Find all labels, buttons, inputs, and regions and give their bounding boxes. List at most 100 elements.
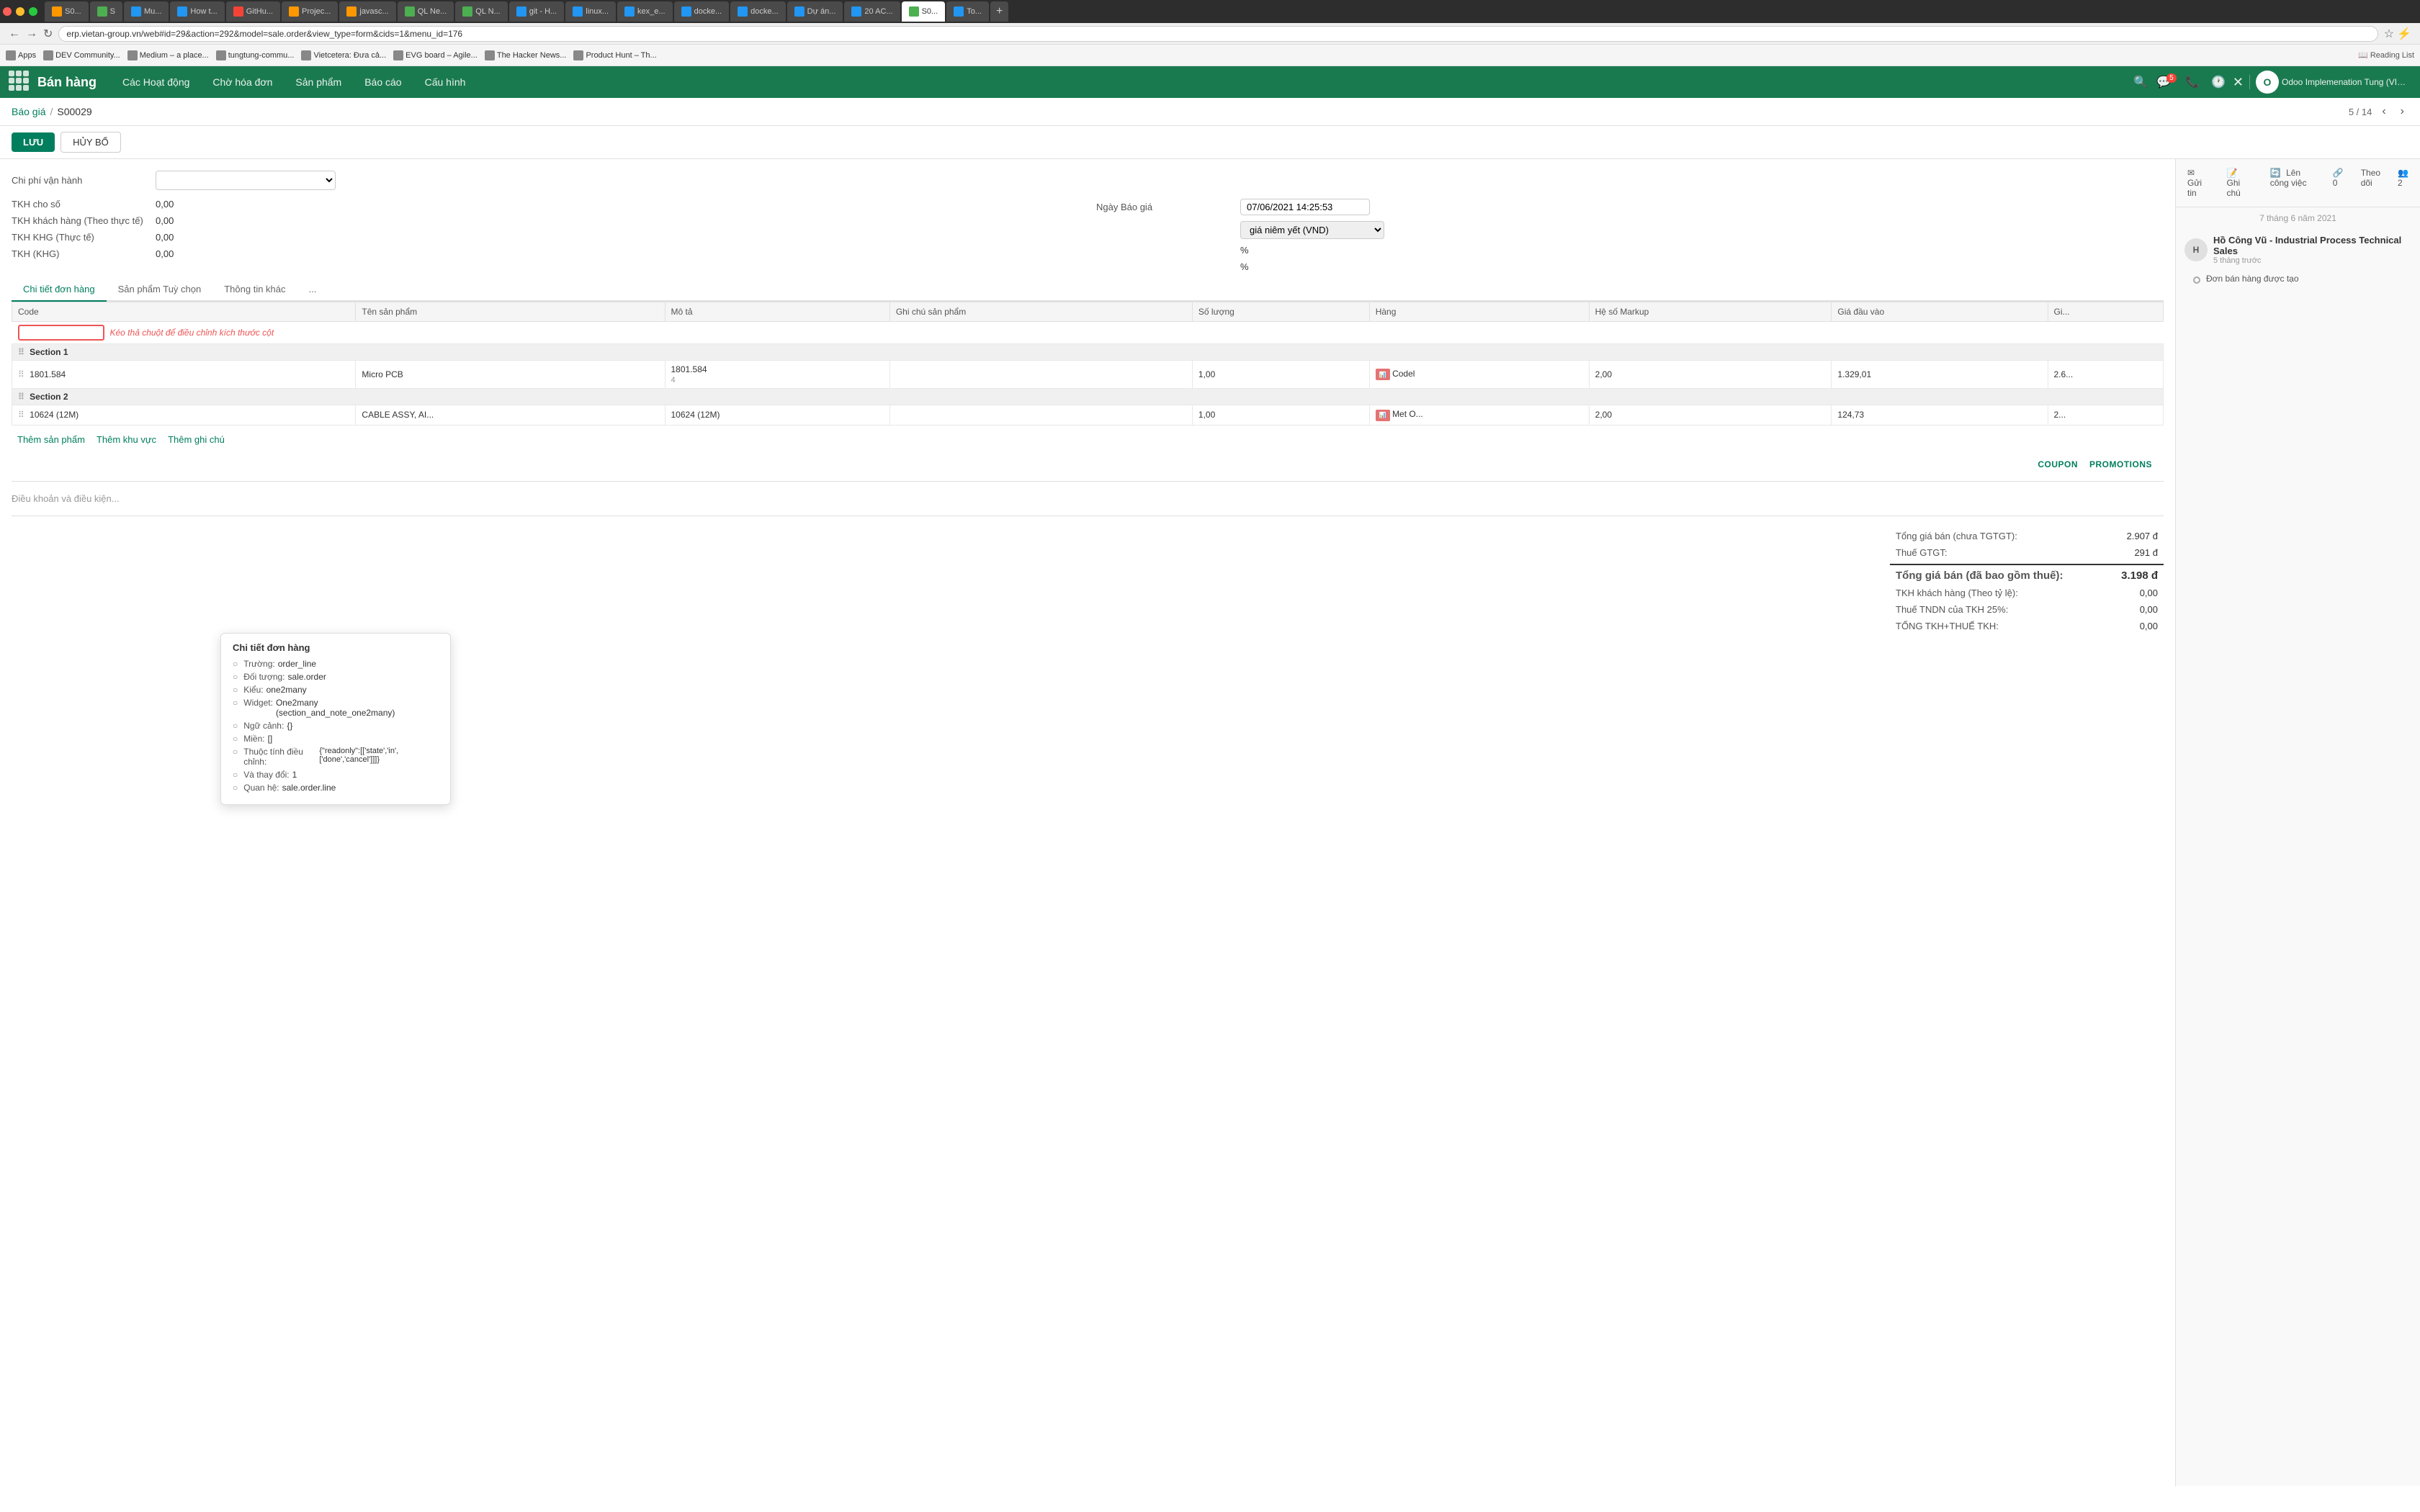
col-gia-cuoi[interactable]: Gi... (2048, 302, 2164, 322)
extensions-icon[interactable]: ⚡ (2397, 27, 2411, 41)
tooltip-row-8: ○ Và thay đổi: 1 (233, 770, 439, 780)
bookmark-product[interactable]: Product Hunt – Th... (573, 50, 656, 60)
cancel-button[interactable]: HỦY BỔ (60, 132, 121, 153)
browser-tab-9[interactable]: QL N... (455, 1, 507, 22)
drag-handle-icon[interactable]: ⠿ (18, 369, 24, 379)
browser-tab-new[interactable]: + (990, 1, 1008, 22)
col-ten-san-pham[interactable]: Tên sản phẩm (356, 302, 665, 322)
bookmark-evg[interactable]: EVG board – Agile... (393, 50, 478, 60)
drag-handle-icon[interactable]: ⠿ (18, 347, 24, 357)
browser-tab-2[interactable]: S (90, 1, 122, 22)
bookmark-apps[interactable]: Apps (6, 50, 36, 60)
browser-tab-6[interactable]: Projec... (282, 1, 338, 22)
chat-icon[interactable]: 💬 5 (2155, 71, 2178, 94)
send-message-btn[interactable]: ✉ Gửi tin (2182, 165, 2215, 201)
add-section-link[interactable]: Thêm khu vực (97, 434, 156, 445)
add-note-link[interactable]: Thêm ghi chú (168, 434, 225, 445)
star-icon[interactable]: ☆ (2384, 27, 2394, 41)
window-min-btn[interactable] (16, 7, 24, 16)
pagination-next[interactable]: › (2396, 104, 2408, 120)
browser-tab-3[interactable]: Mu... (124, 1, 169, 22)
followers-count[interactable]: 👥 2 (2392, 165, 2414, 201)
back-btn[interactable]: ← (9, 27, 20, 40)
grand-total-label: Tổng giá bán (đã bao gồm thuế): (1896, 570, 2063, 582)
forward-btn[interactable]: → (26, 27, 37, 40)
bookmark-medium[interactable]: Medium – a place... (127, 50, 209, 60)
clock-icon[interactable]: 🕐 (2207, 71, 2230, 94)
window-close-btn[interactable] (3, 7, 12, 16)
window-max-btn[interactable] (29, 7, 37, 16)
browser-tab-12[interactable]: kex_e... (617, 1, 673, 22)
browser-tab-10[interactable]: git - H... (509, 1, 565, 22)
col-gia-dau-vao[interactable]: Giá đầu vào (1832, 302, 2048, 322)
phone-icon[interactable]: 📞 (2181, 71, 2204, 94)
browser-tab-7[interactable]: javasc... (339, 1, 395, 22)
browser-tab-13[interactable]: docke... (674, 1, 730, 22)
nav-cho-hoa-don[interactable]: Chờ hóa đơn (204, 72, 281, 92)
browser-tab-5[interactable]: GitHu... (226, 1, 280, 22)
tax-value: 291 đ (2134, 547, 2158, 558)
follow-btn[interactable]: Theo dõi (2355, 165, 2386, 201)
bookmark-viet[interactable]: Vietcetera: Đưa cả... (301, 50, 386, 60)
bookmark-hacker[interactable]: The Hacker News... (485, 50, 567, 60)
browser-tab-11[interactable]: linux... (565, 1, 616, 22)
chi-phi-van-hanh-select[interactable] (156, 171, 336, 190)
gia-niem-yet-select[interactable]: giá niêm yết (VND) (1240, 221, 1384, 239)
add-product-link[interactable]: Thêm sản phẩm (17, 434, 85, 445)
user-avatar[interactable]: O (2256, 71, 2279, 94)
browser-tab-16[interactable]: 20 AC... (844, 1, 900, 22)
bookmark-tung[interactable]: tungtung-commu... (216, 50, 295, 60)
pagination-prev[interactable]: ‹ (2378, 104, 2390, 120)
bookmark-label: EVG board – Agile... (405, 51, 478, 60)
tab-san-pham-tuy-chon[interactable]: Sản phẩm Tuỳ chọn (107, 278, 213, 302)
save-button[interactable]: LƯU (12, 132, 55, 152)
close-icon[interactable]: ✕ (2233, 75, 2244, 90)
tab-thong-tin-khac[interactable]: Thông tin khác (212, 278, 297, 302)
drag-handle-icon[interactable]: ⠿ (18, 392, 24, 402)
address-bar: ← → ↻ ☆ ⚡ (0, 23, 2420, 45)
schedule-activity-btn[interactable]: 🔄 Lên công việc (2264, 165, 2316, 201)
browser-tab-15[interactable]: Dự án... (787, 1, 843, 22)
bookmark-dev[interactable]: DEV Community... (43, 50, 120, 60)
browser-tab-active[interactable]: S0... (902, 1, 946, 22)
browser-tab-1[interactable]: S0... (45, 1, 89, 22)
col-code-input[interactable] (18, 325, 104, 341)
nav-san-pham[interactable]: Sản phẩm (287, 72, 350, 92)
row1-hang: 📊 Codel (1369, 361, 1589, 389)
nav-cau-hinh[interactable]: Cấu hình (416, 72, 475, 92)
col-hang[interactable]: Hàng (1369, 302, 1589, 322)
terms-field[interactable]: Điều khoản và điều kiện... (12, 487, 2164, 510)
nav-hoat-dong[interactable]: Các Hoạt động (114, 72, 198, 92)
apps-grid-icon[interactable] (9, 71, 32, 94)
drag-handle-icon[interactable]: ⠿ (18, 410, 24, 420)
add-note-btn[interactable]: 📝 Ghi chú (2220, 165, 2258, 201)
search-top-icon[interactable]: 🔍 (2129, 71, 2152, 94)
tkh-khach-hang-row: TKH khách hàng (Theo thực tế) 0,00 (12, 215, 1079, 226)
promotions-button[interactable]: PROMOTIONS (2089, 459, 2152, 469)
col-ghi-chu[interactable]: Ghi chú sản phẩm (889, 302, 1192, 322)
bookmark-reading-list[interactable]: 📖 Reading List (2358, 50, 2414, 60)
attachment-count[interactable]: 🔗 0 (2327, 165, 2349, 201)
browser-tab-4[interactable]: How t... (170, 1, 224, 22)
ngay-bao-gia-label: Ngày Báo giá (1096, 202, 1240, 212)
browser-tab-18[interactable]: To... (946, 1, 989, 22)
refresh-btn[interactable]: ↻ (43, 27, 53, 41)
col-markup[interactable]: Hệ số Markup (1589, 302, 1832, 322)
address-input[interactable] (58, 26, 2378, 42)
tab-chi-tiet[interactable]: Chi tiết đơn hàng (12, 278, 107, 302)
tab-more[interactable]: ... (297, 278, 328, 302)
col-so-luong[interactable]: Số lượng (1192, 302, 1369, 322)
thue-tndn-row: Thuế TNDN của TKH 25%: 0,00 (1890, 601, 2164, 618)
nav-bao-cao[interactable]: Báo cáo (356, 72, 410, 92)
window-controls[interactable] (3, 7, 37, 16)
resize-hint-row: Kéo thả chuột để điều chỉnh kích thước c… (12, 322, 2164, 344)
breadcrumb-link[interactable]: Báo giá (12, 106, 45, 117)
ngay-bao-gia-input[interactable] (1240, 199, 1370, 215)
coupon-button[interactable]: COUPON (2038, 459, 2078, 469)
browser-tab-14[interactable]: docke... (730, 1, 786, 22)
col-code[interactable]: Code (12, 302, 356, 322)
page-content: Báo giá / S00029 5 / 14 ‹ › LƯU HỦY BỔ C… (0, 98, 2420, 1486)
browser-tab-8[interactable]: QL Ne... (398, 1, 454, 22)
tab-favicon (681, 6, 691, 17)
col-mo-ta[interactable]: Mô tả (665, 302, 889, 322)
